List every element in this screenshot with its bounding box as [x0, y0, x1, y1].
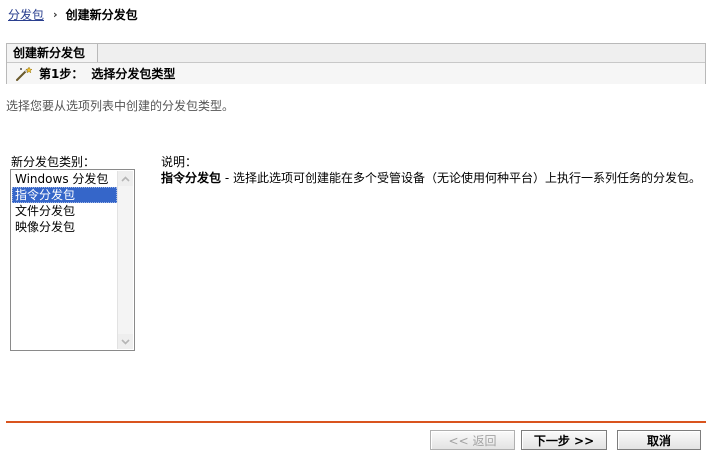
scroll-down-button[interactable]	[118, 334, 133, 349]
wizard-step-title: 选择分发包类型	[91, 67, 176, 81]
description-body: 指令分发包 - 选择此选项可创建能在多个受管设备（无论使用何种平台）上执行一系列…	[161, 169, 706, 188]
scroll-up-button[interactable]	[118, 171, 133, 186]
wizard-step-row: 第1步： 选择分发包类型	[7, 63, 705, 84]
next-button[interactable]: 下一步 >>	[521, 430, 607, 450]
list-item[interactable]: 映像分发包	[12, 219, 117, 235]
breadcrumb-current: 创建新分发包	[65, 7, 138, 22]
wizard-header: 创建新分发包 第1步： 选择分发包类型	[6, 43, 706, 84]
list-item[interactable]: Windows 分发包	[12, 171, 117, 187]
breadcrumb-separator: ›	[53, 7, 58, 21]
bundle-type-listbox[interactable]: Windows 分发包 指令分发包 文件分发包 映像分发包	[10, 169, 135, 351]
chevron-up-icon	[121, 175, 130, 182]
wizard-step-number: 第1步：	[39, 67, 84, 81]
list-item[interactable]: 指令分发包	[12, 187, 117, 203]
instruction-text: 选择您要从选项列表中创建的分发包类型。	[6, 99, 235, 113]
cancel-button[interactable]: 取消	[617, 430, 701, 450]
breadcrumb-link-bundles[interactable]: 分发包	[8, 6, 44, 23]
bundle-type-options: Windows 分发包 指令分发包 文件分发包 映像分发包	[12, 171, 117, 349]
description-label: 说明：	[161, 155, 198, 169]
wizard-tab-title: 创建新分发包	[7, 44, 99, 62]
listbox-scrollbar[interactable]	[117, 171, 133, 349]
chevron-down-icon	[121, 338, 130, 345]
back-button[interactable]: << 返回	[430, 430, 515, 450]
footer-divider	[6, 421, 706, 423]
breadcrumb: 分发包 › 创建新分发包	[8, 6, 138, 22]
list-item[interactable]: 文件分发包	[12, 203, 117, 219]
bundle-type-label: 新分发包类别：	[11, 155, 96, 169]
description-bundle-name: 指令分发包	[161, 171, 222, 185]
magic-wand-icon	[16, 65, 33, 81]
description-text: - 选择此选项可创建能在多个受管设备（无论使用何种平台）上执行一系列任务的分发包…	[221, 171, 701, 185]
wizard-tab-row: 创建新分发包	[7, 44, 705, 63]
